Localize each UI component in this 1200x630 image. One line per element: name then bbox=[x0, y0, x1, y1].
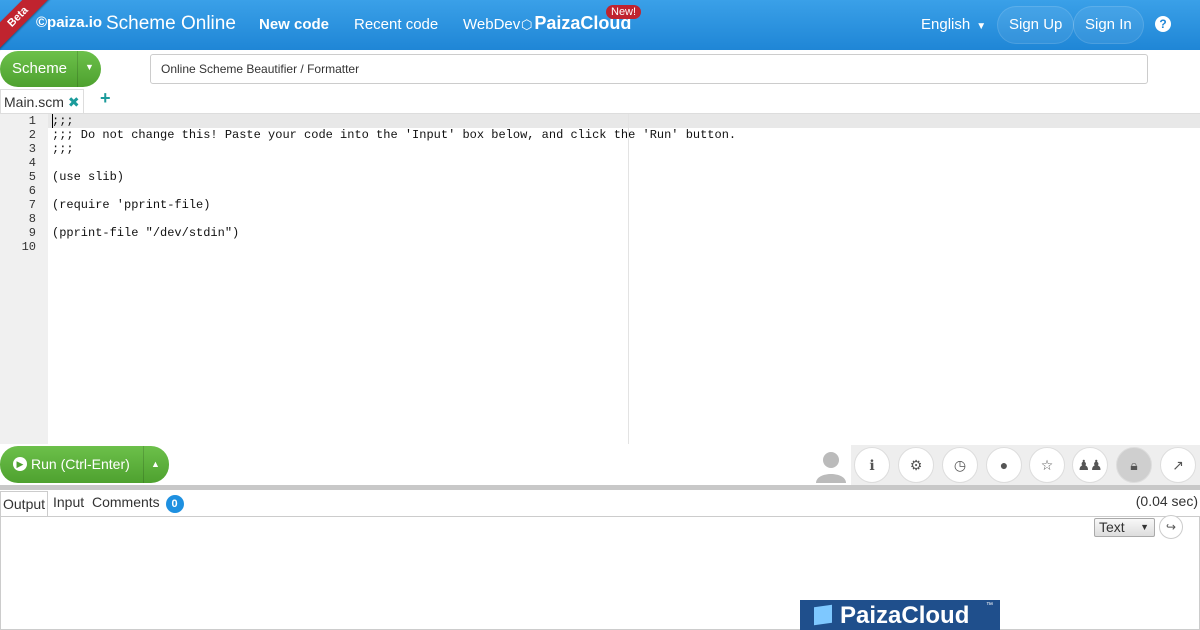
users-icon[interactable]: ♟♟ bbox=[1072, 447, 1108, 483]
cube-logo-icon bbox=[814, 604, 832, 626]
tab-label: Main.scm bbox=[4, 94, 64, 110]
tab-input[interactable]: Input bbox=[53, 494, 84, 510]
run-label: Run (Ctrl-Enter) bbox=[31, 456, 130, 472]
code-line[interactable]: (require 'pprint-file) bbox=[52, 198, 210, 212]
sign-up-button[interactable]: Sign Up bbox=[997, 6, 1075, 44]
button-divider bbox=[143, 446, 144, 483]
share-output-icon[interactable]: ↪ bbox=[1159, 515, 1183, 539]
user-avatar-icon[interactable] bbox=[813, 449, 849, 483]
nav-recent-code[interactable]: Recent code bbox=[354, 16, 438, 33]
code-line[interactable]: (pprint-file "/dev/stdin") bbox=[52, 226, 239, 240]
action-toolbar: ℹ ⚙ ◷ ● ☆ ♟♟ 🔒︎ ↗ bbox=[851, 445, 1200, 485]
cube-icon: ⬡ bbox=[521, 17, 533, 32]
line-number: 8 bbox=[28, 212, 36, 226]
tab-output[interactable]: Output bbox=[0, 491, 49, 517]
line-number: 1 bbox=[28, 114, 36, 128]
line-number: 9 bbox=[28, 226, 36, 240]
lock-icon[interactable]: 🔒︎ bbox=[1116, 447, 1152, 483]
comment-count-badge: 0 bbox=[165, 495, 184, 513]
code-line[interactable]: (use slib) bbox=[52, 170, 124, 184]
trademark: ™ bbox=[986, 602, 993, 609]
print-margin bbox=[628, 114, 629, 444]
caret-down-icon: ▼ bbox=[1140, 522, 1149, 532]
github-icon[interactable]: ● bbox=[986, 447, 1022, 483]
top-header: Beta ©paiza.io Scheme Online New code Re… bbox=[0, 0, 1200, 52]
run-button[interactable]: ▶ Run (Ctrl-Enter) ▲ bbox=[0, 446, 169, 483]
play-icon: ▶ bbox=[13, 457, 27, 471]
line-number: 3 bbox=[28, 142, 36, 156]
line-number: 4 bbox=[28, 156, 36, 170]
line-number: 5 bbox=[28, 170, 36, 184]
code-line[interactable]: ;;; bbox=[52, 114, 74, 128]
code-title-input[interactable] bbox=[150, 54, 1148, 84]
comments-label: Comments bbox=[92, 494, 160, 510]
tab-main-scm[interactable]: Main.scm ✖ bbox=[0, 89, 84, 113]
format-value: Text bbox=[1099, 519, 1125, 535]
paiza-logo[interactable]: ©paiza.io bbox=[36, 14, 102, 31]
caret-down-icon: ▼ bbox=[976, 21, 987, 32]
code-editor[interactable]: 1 2 3 4 5 6 7 8 9 10 ;;; ;;; Do not chan… bbox=[0, 114, 1200, 444]
active-line-highlight bbox=[48, 114, 1200, 128]
language-select-label: Scheme bbox=[12, 60, 68, 77]
app-title[interactable]: Scheme Online bbox=[106, 13, 236, 35]
line-number: 6 bbox=[28, 184, 36, 198]
line-number: 10 bbox=[21, 240, 36, 254]
text-cursor bbox=[52, 114, 53, 128]
help-icon[interactable]: ? bbox=[1155, 16, 1171, 32]
panel-splitter[interactable] bbox=[0, 485, 1200, 490]
sign-in-button[interactable]: Sign In bbox=[1073, 6, 1144, 44]
info-icon[interactable]: ℹ bbox=[854, 447, 890, 483]
line-number: 2 bbox=[28, 128, 36, 142]
code-line[interactable]: ;;; bbox=[52, 142, 74, 156]
share-icon[interactable]: ↗ bbox=[1160, 447, 1196, 483]
language-dropdown[interactable]: English ▼ bbox=[921, 16, 986, 33]
output-format-select[interactable]: Text ▼ bbox=[1094, 518, 1155, 537]
gear-icon[interactable]: ⚙ bbox=[898, 447, 934, 483]
new-badge: New! bbox=[606, 5, 642, 19]
line-number: 7 bbox=[28, 198, 36, 212]
nav-new-code[interactable]: New code bbox=[259, 16, 329, 33]
add-tab-icon[interactable]: + bbox=[100, 88, 111, 109]
close-icon[interactable]: ✖ bbox=[68, 94, 80, 110]
button-divider bbox=[77, 51, 78, 87]
caret-down-icon[interactable]: ▲ bbox=[151, 459, 160, 469]
caret-down-icon[interactable]: ▼ bbox=[85, 62, 94, 72]
line-gutter: 1 2 3 4 5 6 7 8 9 10 bbox=[0, 114, 48, 444]
language-label: English bbox=[921, 16, 971, 33]
clock-icon[interactable]: ◷ bbox=[942, 447, 978, 483]
paizacloud-ad-banner[interactable]: PaizaCloud ™ bbox=[800, 600, 1000, 630]
code-line[interactable]: ;;; Do not change this! Paste your code … bbox=[52, 128, 736, 142]
execution-time: (0.04 sec) bbox=[1135, 493, 1198, 509]
output-panel bbox=[0, 516, 1200, 630]
ad-brand: PaizaCloud bbox=[840, 602, 970, 629]
star-icon[interactable]: ☆ bbox=[1029, 447, 1065, 483]
nav-webdev[interactable]: WebDev bbox=[463, 16, 520, 33]
tab-comments[interactable]: Comments 0 bbox=[92, 494, 184, 513]
language-select-button[interactable]: Scheme ▼ bbox=[0, 51, 101, 87]
